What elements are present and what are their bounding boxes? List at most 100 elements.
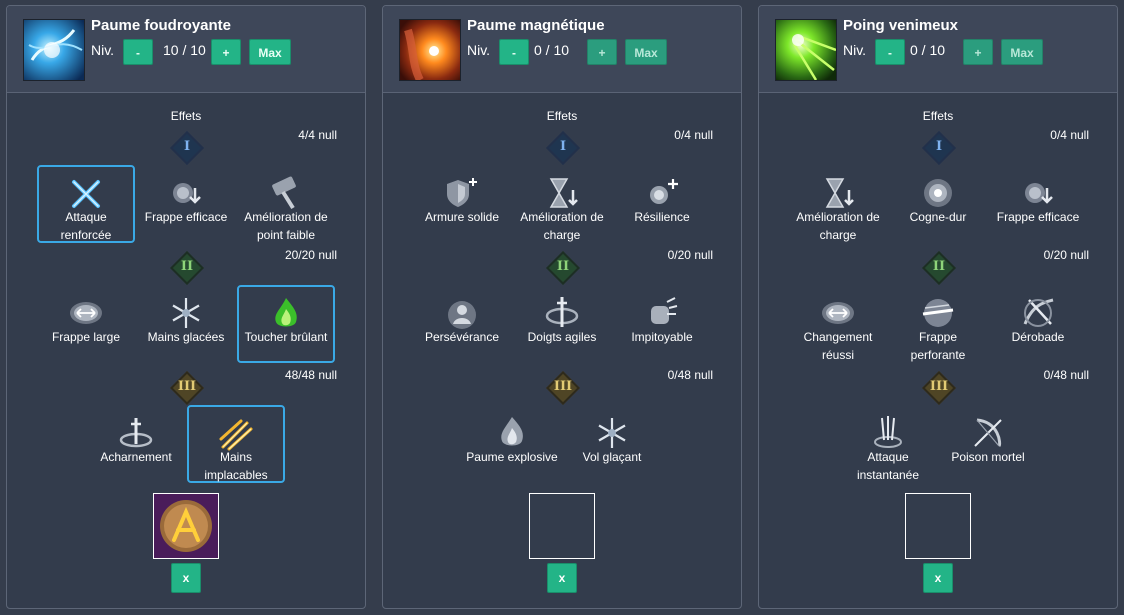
level-increase-button[interactable]: + [587, 39, 617, 65]
effects-title: Effets [170, 109, 202, 123]
level-decrease-button[interactable]: - [499, 39, 529, 65]
skill-label: Poison mortel [951, 450, 1025, 464]
skill-label: Acharnement [100, 450, 172, 464]
tier-3-numeral: III [553, 379, 573, 394]
skill-label: Amélioration de charge [520, 210, 604, 242]
skill-label: Résilience [634, 210, 690, 224]
rune-slot[interactable] [529, 493, 595, 559]
lightning-palm-skill-icon [23, 19, 85, 81]
skill-paume-explosive[interactable]: Paume explosive [463, 405, 561, 483]
skill-changement-reussi[interactable]: Changement réussi [789, 285, 887, 363]
skill-doigts-agiles[interactable]: Doigts agiles [513, 285, 611, 363]
fist-down-arrow-icon [173, 183, 201, 204]
skill-label: Mains implacables [204, 450, 268, 482]
tier-1-counter: 0/4 null [1050, 128, 1089, 142]
skill-panel-poing-venimeux: Poing venimeux Niv. - 0 / 10 + Max Effet… [758, 5, 1118, 609]
skill-label: Frappe perforante [910, 330, 966, 362]
skill-label: Amélioration de point faible [244, 210, 328, 242]
tier-3-counter: 0/48 null [1043, 368, 1089, 382]
tier-3-numeral: III [177, 379, 197, 394]
level-value: 0 / 10 [534, 42, 570, 58]
level-increase-button[interactable]: + [963, 39, 993, 65]
panel-title: Paume magnétique [467, 17, 605, 34]
fist-strike-icon [651, 297, 678, 324]
skill-derobade[interactable]: Dérobade [989, 285, 1087, 363]
tier-1-counter: 0/4 null [674, 128, 713, 142]
hammer-icon [272, 176, 296, 210]
rune-stone-icon [154, 494, 218, 558]
level-value: 0 / 10 [910, 42, 946, 58]
fist-down-arrow-icon [1025, 183, 1053, 204]
remove-rune-button[interactable]: x [923, 563, 953, 593]
panel-header: Poing venimeux Niv. - 0 / 10 + Max [759, 6, 1117, 93]
skill-impitoyable[interactable]: Impitoyable [613, 285, 711, 363]
skill-perseverance[interactable]: Persévérance [413, 285, 511, 363]
skill-frappe-efficace[interactable]: Frappe efficace [137, 165, 235, 243]
skill-attaque-instantanee[interactable]: Attaque instantanée [839, 405, 937, 483]
skill-resilience[interactable]: Résilience [613, 165, 711, 243]
level-label: Niv. [467, 42, 491, 58]
level-increase-button[interactable]: + [211, 39, 241, 65]
level-decrease-button[interactable]: - [875, 39, 905, 65]
level-max-button[interactable]: Max [1001, 39, 1043, 65]
effects-title: Effets [922, 109, 954, 123]
level-max-button[interactable]: Max [249, 39, 291, 65]
skill-frappe-perforante[interactable]: Frappe perforante [889, 285, 987, 363]
effects-title: Effets [546, 109, 578, 123]
skill-mains-implacables[interactable]: Mains implacables [187, 405, 285, 483]
tier-2-numeral: II [556, 259, 570, 274]
skill-label: Persévérance [424, 330, 500, 344]
skill-mains-glacees[interactable]: Mains glacées [137, 285, 235, 363]
skill-armure-solide[interactable]: Armure solide [413, 165, 511, 243]
skill-frappe-large[interactable]: Frappe large [37, 285, 135, 363]
tier-2-counter: 0/20 null [1043, 248, 1089, 262]
burst-plus-icon [650, 179, 678, 204]
skill-toucher-brulant[interactable]: Toucher brûlant [237, 285, 335, 363]
wide-strike-icon [70, 302, 102, 324]
person-aura-icon [448, 301, 476, 329]
skill-label: Mains glacées [147, 330, 225, 344]
tier-2-counter: 0/20 null [667, 248, 713, 262]
panel-header: Paume magnétique Niv. - 0 / 10 + Max [383, 6, 741, 93]
skill-amelioration-charge[interactable]: Amélioration de charge [513, 165, 611, 243]
level-max-button[interactable]: Max [625, 39, 667, 65]
skill-poison-mortel[interactable]: Poison mortel [939, 405, 1037, 483]
explosion-flame-icon [501, 417, 523, 446]
hourglass-down-icon [549, 178, 578, 208]
bow-arrow-icon [974, 418, 1002, 448]
rune-slot[interactable] [905, 493, 971, 559]
tier-3-counter: 0/48 null [667, 368, 713, 382]
skill-cogne-dur[interactable]: Cogne-dur [889, 165, 987, 243]
skill-amelioration-point-faible[interactable]: Amélioration de point faible [237, 165, 335, 243]
skill-label: Armure solide [424, 210, 500, 224]
skill-acharnement[interactable]: Acharnement [87, 405, 185, 483]
swap-arrows-icon [822, 302, 854, 324]
rune-slot[interactable] [153, 493, 219, 559]
panel-header: Paume foudroyante Niv. - 10 / 10 + Max [7, 6, 365, 93]
skill-label: Amélioration de charge [796, 210, 880, 242]
skill-label: Attaque renforcée [60, 210, 112, 242]
skill-attaque-renforcee[interactable]: Attaque renforcée [37, 165, 135, 243]
tier-1-numeral: I [559, 139, 567, 154]
skill-label: Frappe large [51, 330, 121, 344]
skill-amelioration-charge[interactable]: Amélioration de charge [789, 165, 887, 243]
tier-2-counter: 20/20 null [284, 248, 337, 262]
panel-title: Poing venimeux [843, 17, 959, 34]
skill-vol-glacant[interactable]: Vol glaçant [563, 405, 661, 483]
tier-2-numeral: II [932, 259, 946, 274]
skill-frappe-efficace[interactable]: Frappe efficace [989, 165, 1087, 243]
skill-label: Toucher brûlant [244, 330, 328, 344]
level-label: Niv. [843, 42, 867, 58]
snowflake-icon [172, 298, 200, 328]
sword-whirl-icon [119, 418, 153, 448]
hourglass-down-icon [825, 178, 854, 208]
level-label: Niv. [91, 42, 115, 58]
skill-label: Dérobade [1011, 330, 1065, 344]
snowflake-icon [598, 418, 626, 448]
remove-rune-button[interactable]: x [171, 563, 201, 593]
tier-2-numeral: II [180, 259, 194, 274]
level-decrease-button[interactable]: - [123, 39, 153, 65]
venom-fist-skill-icon [775, 19, 837, 81]
remove-rune-button[interactable]: x [547, 563, 577, 593]
shield-plus-icon [447, 178, 477, 207]
